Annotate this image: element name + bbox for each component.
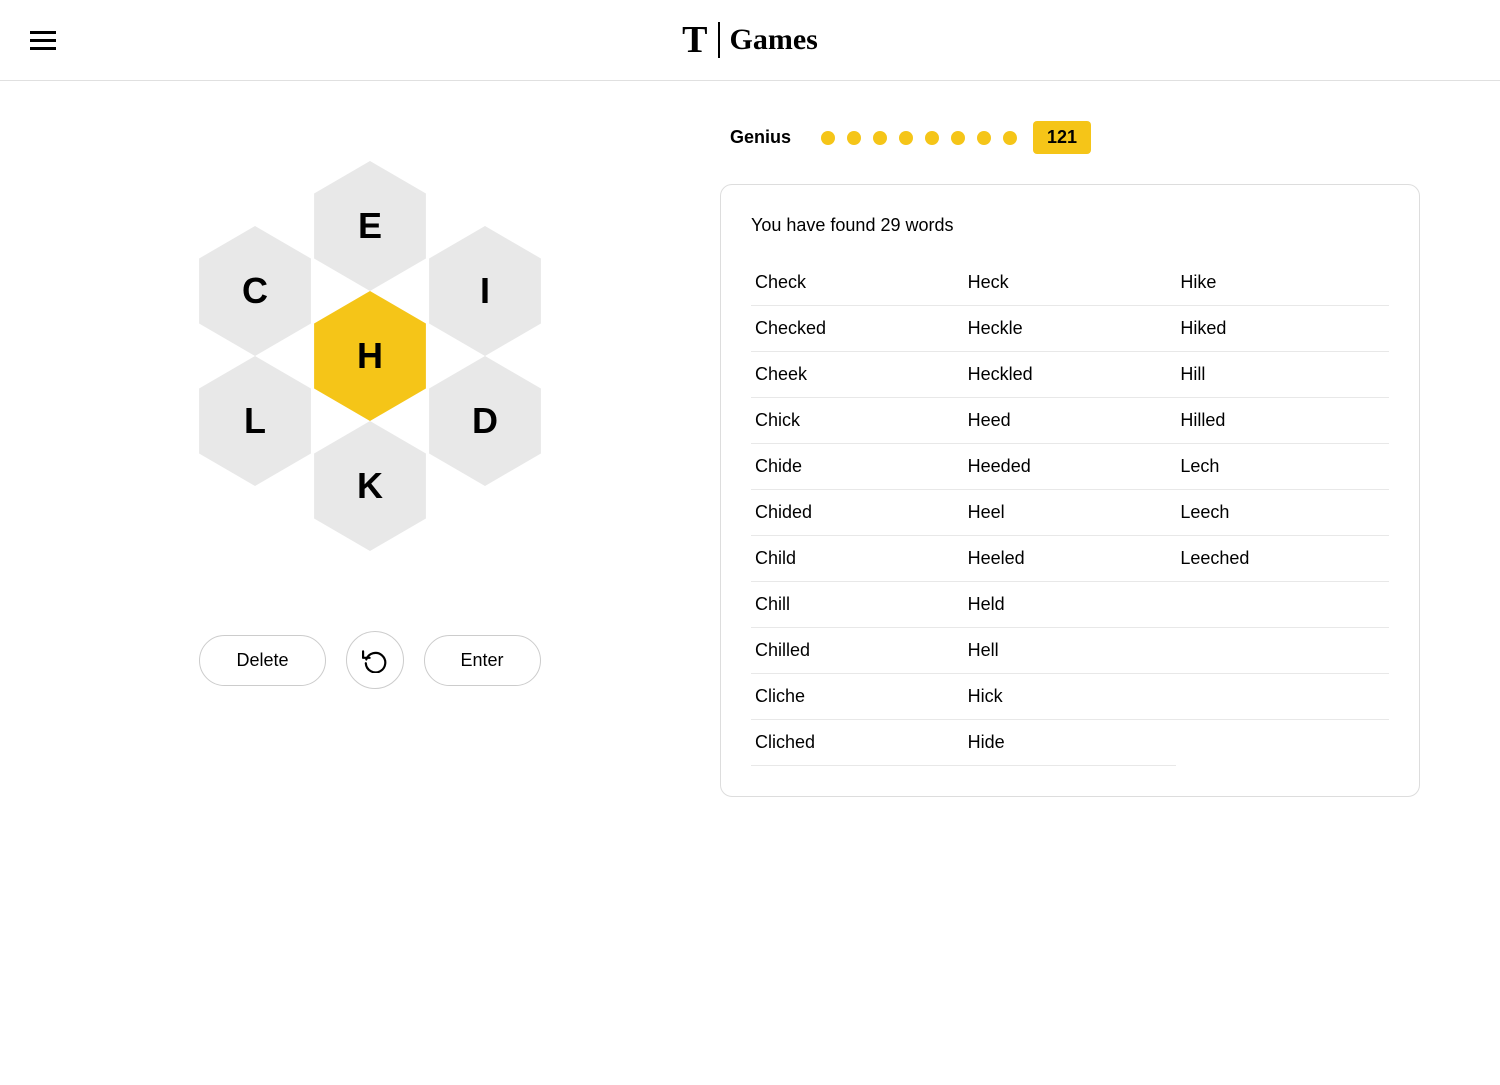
word-item: Checked: [751, 306, 964, 352]
word-item: Chided: [751, 490, 964, 536]
word-item: Heel: [964, 490, 1177, 536]
dot-6: [951, 131, 965, 145]
header-logo: T Games: [682, 18, 818, 62]
word-item: Lech: [1176, 444, 1389, 490]
dot-2: [847, 131, 861, 145]
dot-3: [873, 131, 887, 145]
hex-h-shape: H: [305, 291, 435, 421]
dot-1: [821, 131, 835, 145]
action-buttons: Delete Enter: [199, 631, 540, 689]
word-item: [1176, 628, 1389, 674]
hex-k[interactable]: K: [305, 421, 435, 551]
score-dots: [821, 131, 1017, 145]
hex-i[interactable]: I: [420, 226, 550, 356]
hex-l[interactable]: L: [190, 356, 320, 486]
right-panel: Genius 121 You have found 29 words Check…: [720, 121, 1420, 797]
score-label: Genius: [730, 127, 805, 148]
score-badge: 121: [1033, 121, 1091, 154]
word-item: Heckle: [964, 306, 1177, 352]
header: T Games: [0, 0, 1500, 81]
delete-button[interactable]: Delete: [199, 635, 325, 686]
word-item: Hick: [964, 674, 1177, 720]
word-item: Child: [751, 536, 964, 582]
word-item: Check: [751, 260, 964, 306]
left-panel: E I C H: [80, 121, 660, 689]
words-found-label: You have found 29 words: [751, 215, 1389, 236]
word-item: Cliche: [751, 674, 964, 720]
word-item: Chick: [751, 398, 964, 444]
word-item: Heeded: [964, 444, 1177, 490]
hex-d[interactable]: D: [420, 356, 550, 486]
word-item: Heckled: [964, 352, 1177, 398]
honeycomb: E I C H: [160, 141, 580, 571]
hex-c-shape: C: [190, 226, 320, 356]
hex-k-shape: K: [305, 421, 435, 551]
dot-7: [977, 131, 991, 145]
word-item: Heck: [964, 260, 1177, 306]
shuffle-icon: [362, 647, 388, 673]
words-grid: CheckHeckHike CheckedHeckleHiked CheekHeck…: [751, 260, 1389, 766]
hex-h[interactable]: H: [305, 291, 435, 421]
word-item: Heed: [964, 398, 1177, 444]
word-item: Leech: [1176, 490, 1389, 536]
word-item: [1176, 720, 1389, 766]
hex-d-shape: D: [420, 356, 550, 486]
word-item: Leeched: [1176, 536, 1389, 582]
word-item: Held: [964, 582, 1177, 628]
word-item: Cliched: [751, 720, 964, 766]
word-item: Chide: [751, 444, 964, 490]
word-item: Hell: [964, 628, 1177, 674]
word-item: Hilled: [1176, 398, 1389, 444]
word-item: Hide: [964, 720, 1177, 766]
word-item: [1176, 582, 1389, 628]
hex-i-shape: I: [420, 226, 550, 356]
main-content: E I C H: [0, 81, 1500, 837]
words-panel: You have found 29 words CheckHeckHikeChe…: [720, 184, 1420, 797]
shuffle-button[interactable]: [346, 631, 404, 689]
word-item: Cheek: [751, 352, 964, 398]
hex-l-shape: L: [190, 356, 320, 486]
word-item: Chilled: [751, 628, 964, 674]
score-bar: Genius 121: [720, 121, 1420, 154]
hex-c[interactable]: C: [190, 226, 320, 356]
games-title: Games: [730, 23, 818, 57]
logo-divider: [718, 22, 720, 58]
dot-5: [925, 131, 939, 145]
nyt-logo: T: [682, 18, 707, 62]
word-item: [1176, 674, 1389, 720]
word-item: Hike: [1176, 260, 1389, 306]
word-item: Hiked: [1176, 306, 1389, 352]
enter-button[interactable]: Enter: [424, 635, 541, 686]
dot-8: [1003, 131, 1017, 145]
word-item: Chill: [751, 582, 964, 628]
hex-e-shape: E: [305, 161, 435, 291]
hex-e[interactable]: E: [305, 161, 435, 291]
dot-4: [899, 131, 913, 145]
word-item: Heeled: [964, 536, 1177, 582]
menu-icon[interactable]: [30, 31, 56, 50]
word-item: Hill: [1176, 352, 1389, 398]
